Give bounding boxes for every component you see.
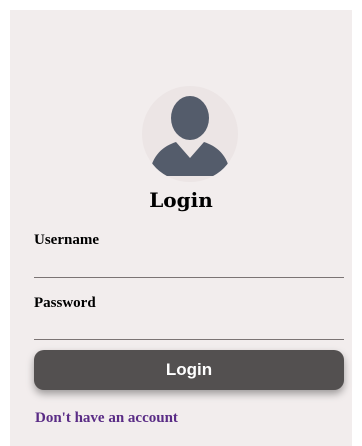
username-label: Username xyxy=(34,232,99,248)
page-title: Login xyxy=(149,188,213,212)
user-silhouette-icon xyxy=(142,86,238,182)
login-card: Login Username Password Login Don't have… xyxy=(10,10,352,446)
username-field[interactable] xyxy=(34,255,344,278)
password-field[interactable] xyxy=(34,317,344,340)
login-button[interactable]: Login xyxy=(34,350,344,390)
password-label: Password xyxy=(34,295,96,311)
signup-link[interactable]: Don't have an account xyxy=(35,410,178,427)
